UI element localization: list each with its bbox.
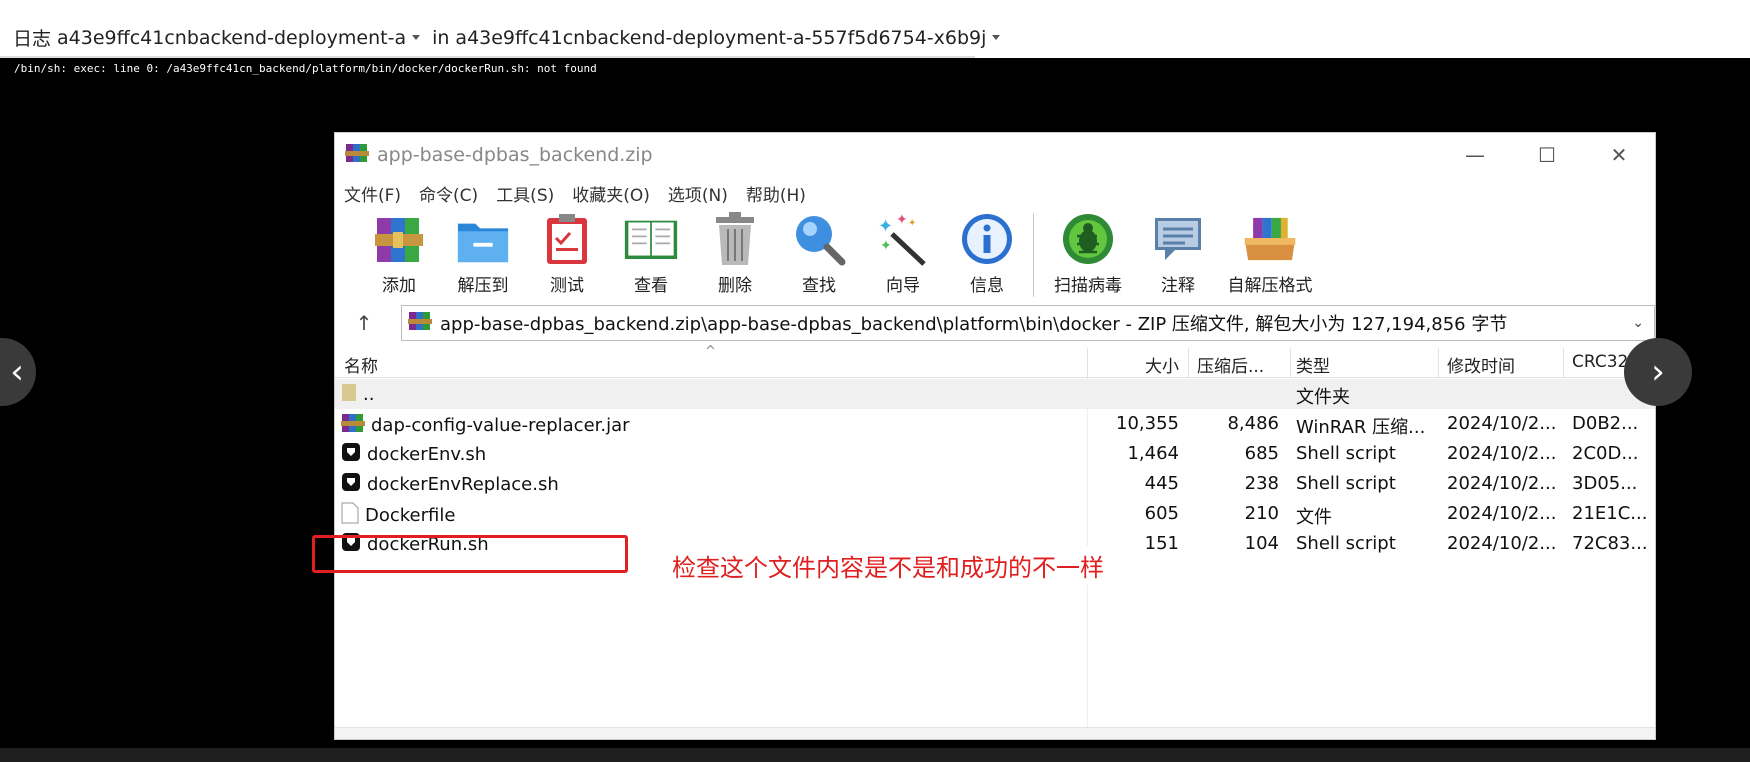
table-row[interactable]: dap-config-value-replacer.jar 10,355 8,4…: [335, 409, 1655, 439]
path-dropdown[interactable]: app-base-dpbas_backend.zip\app-base-dpba…: [401, 305, 1655, 341]
toolbar-separator: [1033, 213, 1034, 297]
close-button[interactable]: ✕: [1583, 133, 1655, 177]
menu-help[interactable]: 帮助(H): [746, 181, 806, 206]
winrar-window: app-base-dpbas_backend.zip — ☐ ✕ 文件(F) 命…: [334, 132, 1656, 740]
path-bar: ↑ app-base-dpbas_backend.zip\app-base-dp…: [335, 305, 1655, 341]
toolbar-extract-button[interactable]: 解压到: [441, 211, 525, 296]
column-packed[interactable]: 压缩后...: [1197, 352, 1264, 377]
toolbar: 添加 解压到 测试 查看 删除 查找 ✦ ✦ ✦ ✦ 向导 信息 扫描病毒 注释…: [335, 211, 1655, 301]
view-book-icon: [624, 211, 678, 267]
highlight-box: [312, 535, 628, 573]
toolbar-view-button[interactable]: 查看: [609, 211, 693, 296]
chevron-down-icon[interactable]: [992, 35, 1001, 40]
menu-favorites[interactable]: 收藏夹(O): [572, 181, 650, 206]
svg-text:✦: ✦: [896, 212, 908, 228]
window-title: app-base-dpbas_backend.zip: [377, 144, 653, 166]
column-size[interactable]: 大小: [1145, 352, 1179, 377]
table-row[interactable]: Dockerfile 605 210 文件 2024/10/2... 21E1C…: [335, 499, 1655, 529]
trash-icon: [708, 211, 762, 267]
shell-script-icon: [341, 442, 361, 466]
column-type[interactable]: 类型: [1296, 352, 1330, 377]
table-row[interactable]: dockerEnv.sh 1,464 685 Shell script 2024…: [335, 439, 1655, 469]
table-row[interactable]: dockerEnvReplace.sh 445 238 Shell script…: [335, 469, 1655, 499]
column-name[interactable]: 名称: [344, 352, 378, 377]
window-titlebar: app-base-dpbas_backend.zip — ☐ ✕: [335, 133, 1655, 177]
status-strip: [335, 727, 1655, 739]
svg-text:✦: ✦: [908, 218, 916, 229]
toolbar-wizard-button[interactable]: ✦ ✦ ✦ ✦ 向导: [861, 211, 945, 296]
log-label: 日志: [13, 28, 52, 50]
menu-tools[interactable]: 工具(S): [496, 181, 554, 206]
annotation-text: 检查这个文件内容是不是和成功的不一样: [668, 546, 1108, 585]
header-divider: [0, 56, 975, 58]
winrar-icon: [341, 412, 365, 438]
chevron-down-icon[interactable]: [412, 35, 421, 40]
file-icon: [341, 502, 359, 528]
deployment-select[interactable]: a43e9ffc41cnbackend-deployment-a: [57, 27, 406, 49]
chevron-down-icon[interactable]: ⌄: [1632, 315, 1644, 331]
log-output-line: /bin/sh: exec: line 0: /a43e9ffc41cn_bac…: [14, 62, 597, 75]
menu-commands[interactable]: 命令(C): [419, 181, 478, 206]
svg-text:✦: ✦: [880, 238, 892, 254]
bottom-bar: [0, 748, 1750, 762]
toolbar-delete-button[interactable]: 删除: [693, 211, 777, 296]
toolbar-sfx-button[interactable]: 自解压格式: [1220, 211, 1320, 296]
column-modified[interactable]: 修改时间: [1447, 352, 1515, 377]
toolbar-test-button[interactable]: 测试: [525, 211, 609, 296]
log-header: 日志 a43e9ffc41cnbackend-deployment-a in a…: [0, 0, 1750, 58]
shell-script-icon: [341, 472, 361, 496]
add-archive-icon: [372, 211, 426, 267]
toolbar-comment-button[interactable]: 注释: [1136, 211, 1220, 296]
path-text: app-base-dpbas_backend.zip\app-base-dpba…: [440, 314, 1508, 335]
svg-text:✦: ✦: [878, 216, 893, 237]
toolbar-info-button[interactable]: 信息: [945, 211, 1029, 296]
minimize-button[interactable]: —: [1439, 133, 1511, 177]
menu-options[interactable]: 选项(N): [668, 181, 728, 206]
extract-folder-icon: [456, 211, 510, 267]
next-image-button[interactable]: ›: [1624, 338, 1692, 406]
pod-select[interactable]: a43e9ffc41cnbackend-deployment-a-557f5d6…: [455, 27, 986, 49]
toolbar-add-button[interactable]: 添加: [357, 211, 441, 296]
winrar-icon: [345, 142, 369, 168]
virus-scan-icon: [1061, 211, 1115, 267]
sort-arrow-icon: ^: [705, 344, 716, 359]
magnifier-icon: [792, 211, 846, 267]
in-label: in: [432, 26, 450, 49]
test-clipboard-icon: [540, 211, 594, 267]
maximize-button[interactable]: ☐: [1511, 133, 1583, 177]
menu-file[interactable]: 文件(F): [344, 181, 401, 206]
toolbar-virus-scan-button[interactable]: 扫描病毒: [1040, 211, 1136, 296]
menu-bar: 文件(F) 命令(C) 工具(S) 收藏夹(O) 选项(N) 帮助(H): [335, 179, 1655, 207]
winrar-icon: [408, 310, 432, 336]
comment-icon: [1151, 211, 1205, 267]
sfx-icon: [1243, 211, 1297, 267]
header-line: 日志 a43e9ffc41cnbackend-deployment-a in a…: [13, 24, 1012, 51]
table-row[interactable]: .. 文件夹: [335, 379, 1655, 409]
folder-icon: [341, 382, 357, 406]
info-icon: [960, 211, 1014, 267]
wizard-wand-icon: ✦ ✦ ✦ ✦: [876, 211, 930, 267]
column-crc[interactable]: CRC32: [1572, 352, 1628, 372]
toolbar-find-button[interactable]: 查找: [777, 211, 861, 296]
previous-image-button[interactable]: ‹: [0, 338, 36, 406]
up-arrow-icon[interactable]: ↑: [335, 305, 393, 341]
file-list-header: 名称 ^ 大小 压缩后... 类型 修改时间 CRC32: [335, 344, 1655, 378]
